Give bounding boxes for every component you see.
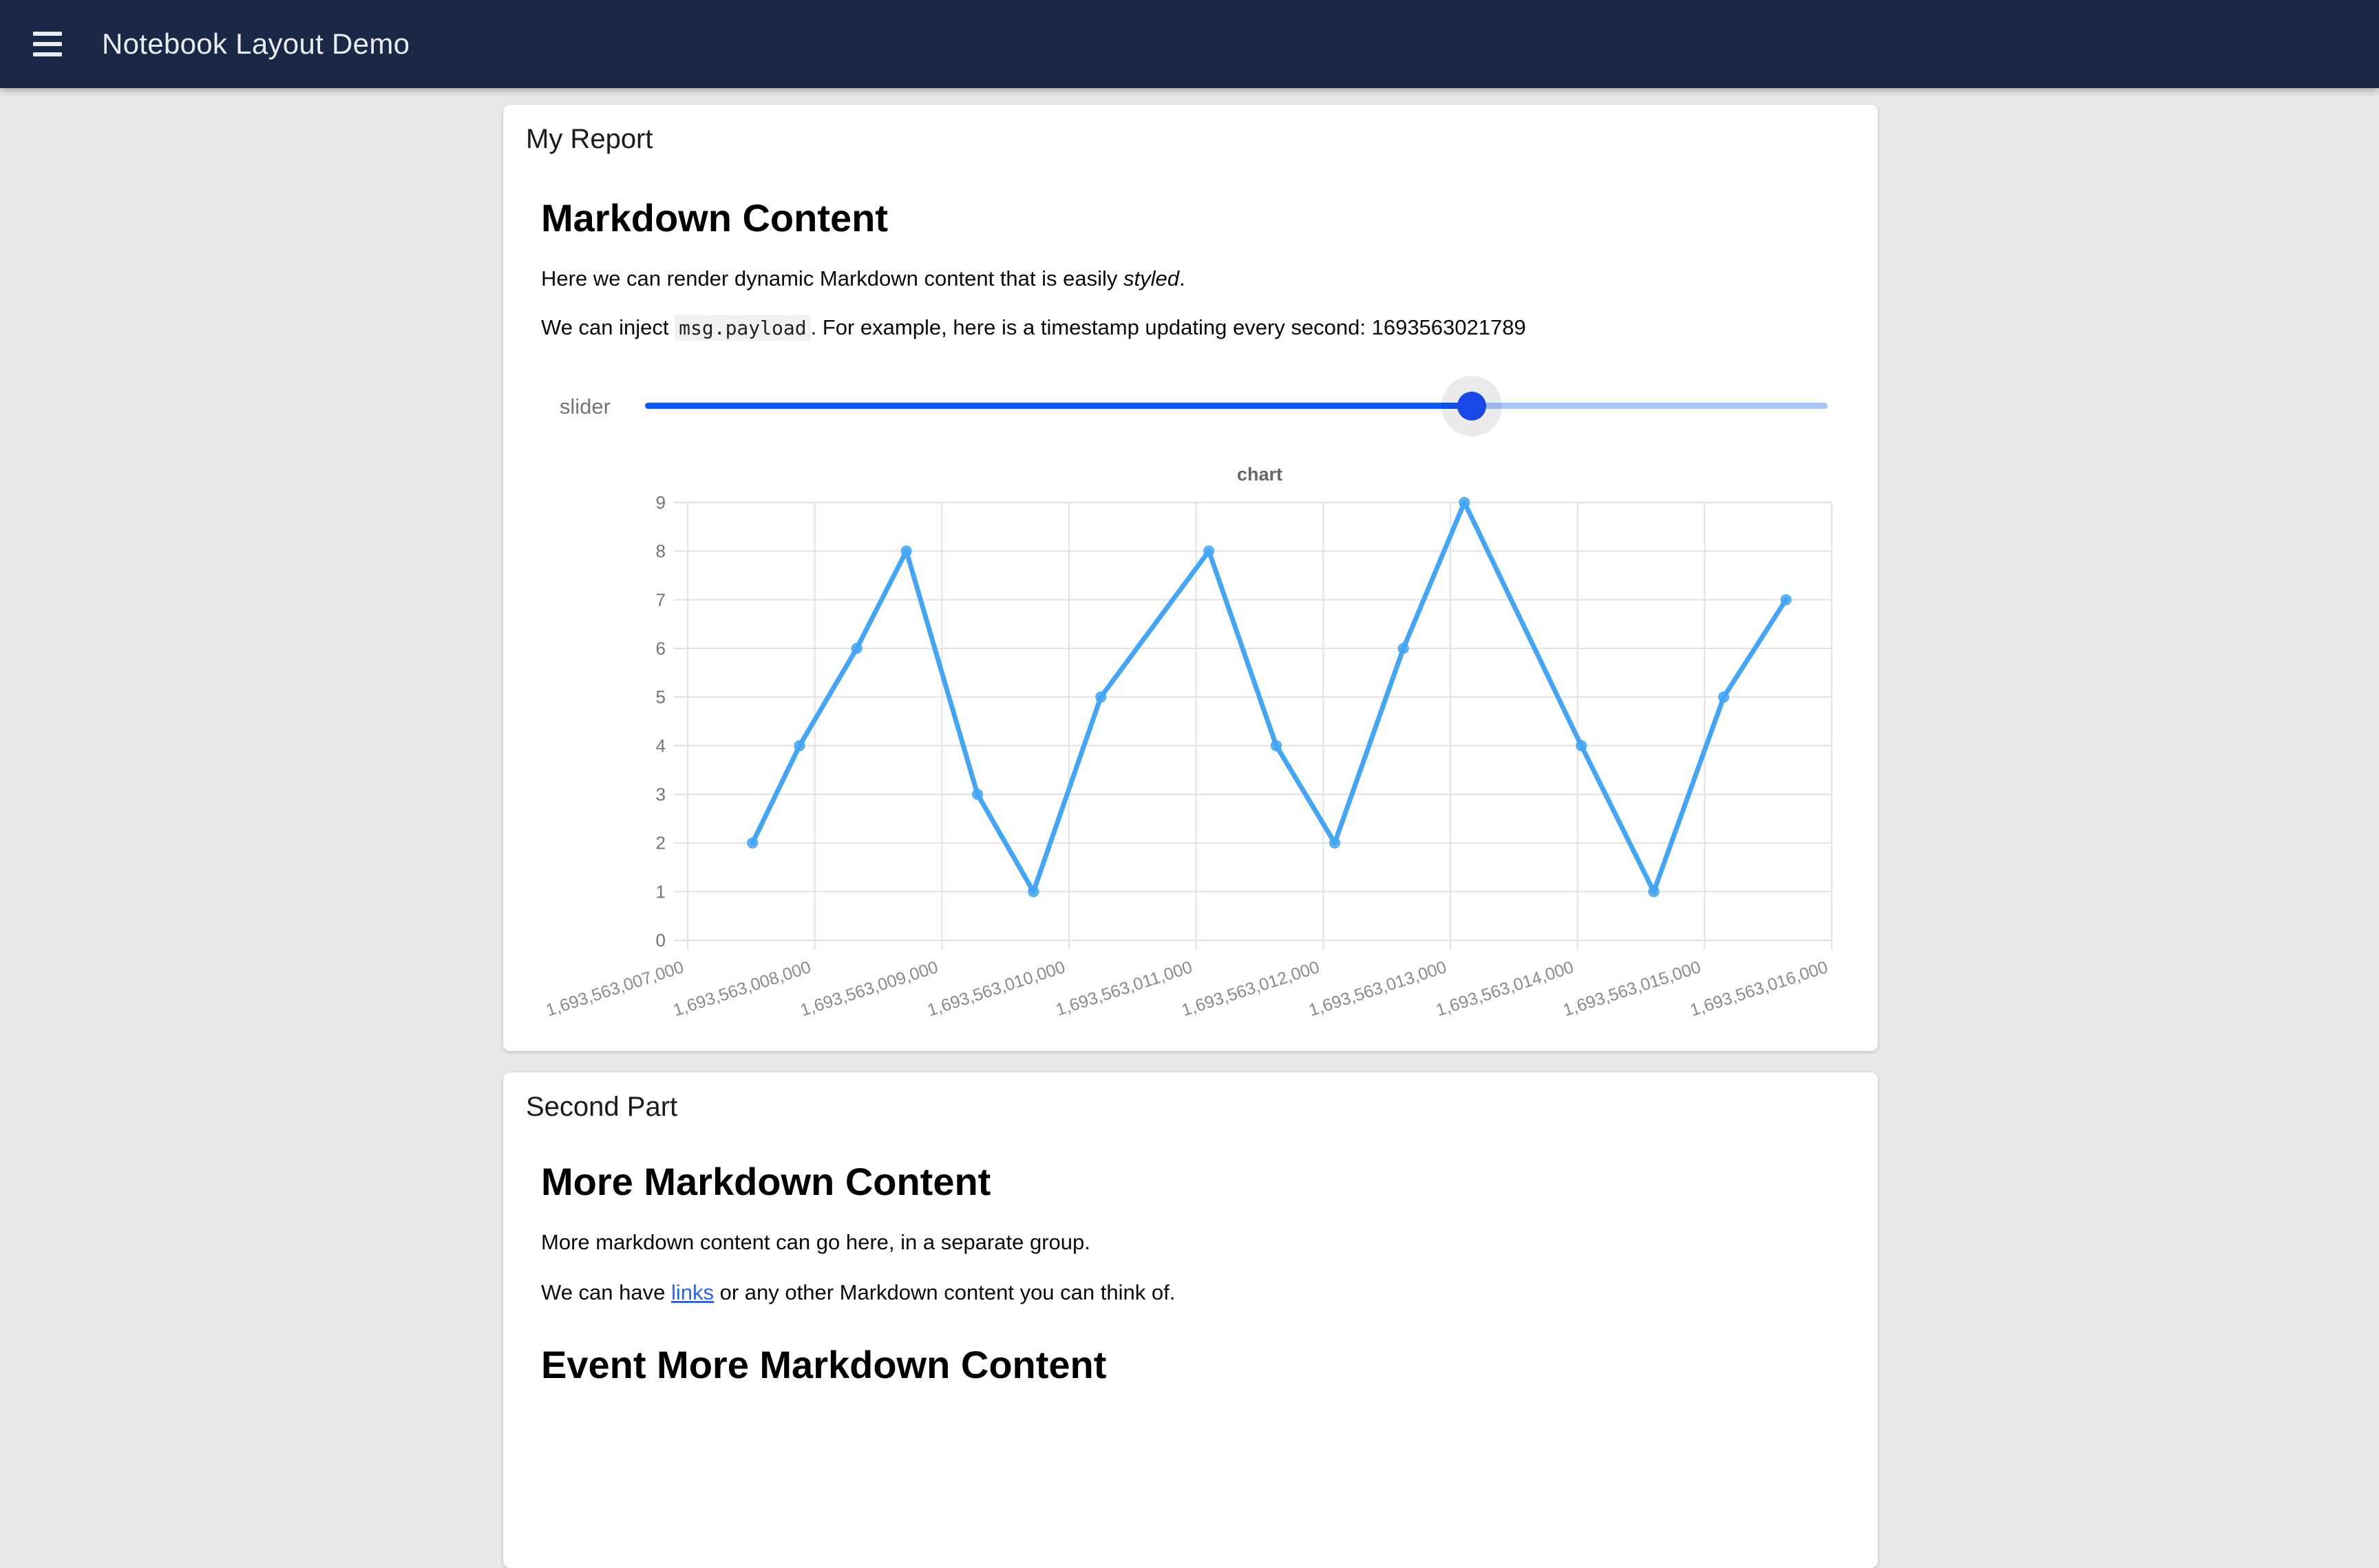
svg-text:1,693,563,010,000: 1,693,563,010,000 [925,957,1068,1020]
chart-title: chart [688,464,1832,485]
slider-label: slider [531,394,611,420]
card-title-my-report: My Report [526,123,653,156]
slider-track[interactable] [645,403,1828,409]
svg-text:2: 2 [656,833,666,854]
svg-text:1,693,563,011,000: 1,693,563,011,000 [1053,957,1194,1019]
links-link[interactable]: links [671,1280,714,1304]
slider-thumb[interactable] [1457,392,1486,421]
card2-paragraph-1: More markdown content can go here, in a … [541,1229,1090,1256]
svg-text:1,693,563,013,000: 1,693,563,013,000 [1307,957,1449,1020]
svg-text:6: 6 [656,638,666,659]
svg-text:1,693,563,008,000: 1,693,563,008,000 [671,957,814,1020]
hamburger-bar [33,52,62,56]
svg-text:1,693,563,016,000: 1,693,563,016,000 [1688,957,1830,1020]
report-card: My Report Markdown Content Here we can r… [503,105,1878,1051]
card2-paragraph-2: We can have links or any other Markdown … [541,1280,1175,1306]
c2p2-before: We can have [541,1280,671,1304]
second-part-card: Second Part More Markdown Content More m… [503,1072,1878,1568]
svg-text:8: 8 [656,541,666,562]
svg-text:0: 0 [656,930,666,951]
p1-italic-word: styled [1123,266,1179,290]
p1-period: . [1179,266,1185,290]
svg-text:1,693,563,014,000: 1,693,563,014,000 [1434,957,1576,1020]
markdown-paragraph-1: Here we can render dynamic Markdown cont… [541,266,1185,292]
p2-text-before: We can inject [541,315,675,339]
p2-text-after: . For example, here is a timestamp updat… [811,315,1372,339]
hamburger-bar [33,32,62,36]
even-more-markdown-heading: Event More Markdown Content [541,1341,1106,1389]
app-header: Notebook Layout Demo [0,0,2379,88]
timestamp-value: 1693563021789 [1372,315,1526,339]
hamburger-bar [33,42,62,46]
svg-text:1: 1 [656,881,666,902]
svg-text:1,693,563,007,000: 1,693,563,007,000 [544,957,686,1020]
markdown-heading: Markdown Content [541,194,888,242]
line-chart: 0 1 2 3 4 5 6 7 8 9 1,693,563,007,0001,693,563,008… [503,105,1878,1051]
app-title: Notebook Layout Demo [102,28,410,61]
slider-fill [645,403,1472,409]
msg-payload-code: msg.payload [675,315,810,341]
page: { "accents": { "header_bg": "#1b2845", "… [0,0,2379,1370]
hamburger-menu-icon[interactable] [33,32,62,56]
svg-text:1,693,563,009,000: 1,693,563,009,000 [798,957,940,1020]
markdown-paragraph-2: We can inject msg.payload. For example, … [541,315,1526,341]
svg-text:1,693,563,012,000: 1,693,563,012,000 [1179,957,1322,1020]
svg-text:9: 9 [656,492,666,513]
more-markdown-heading: More Markdown Content [541,1158,991,1206]
svg-text:5: 5 [656,687,666,708]
svg-text:7: 7 [656,589,666,610]
svg-text:4: 4 [656,735,666,756]
svg-text:3: 3 [656,784,666,805]
c2p2-after: or any other Markdown content you can th… [714,1280,1175,1304]
p1-text: Here we can render dynamic Markdown cont… [541,266,1123,290]
svg-text:1,693,563,015,000: 1,693,563,015,000 [1561,957,1703,1020]
card-title-second-part: Second Part [526,1090,677,1123]
